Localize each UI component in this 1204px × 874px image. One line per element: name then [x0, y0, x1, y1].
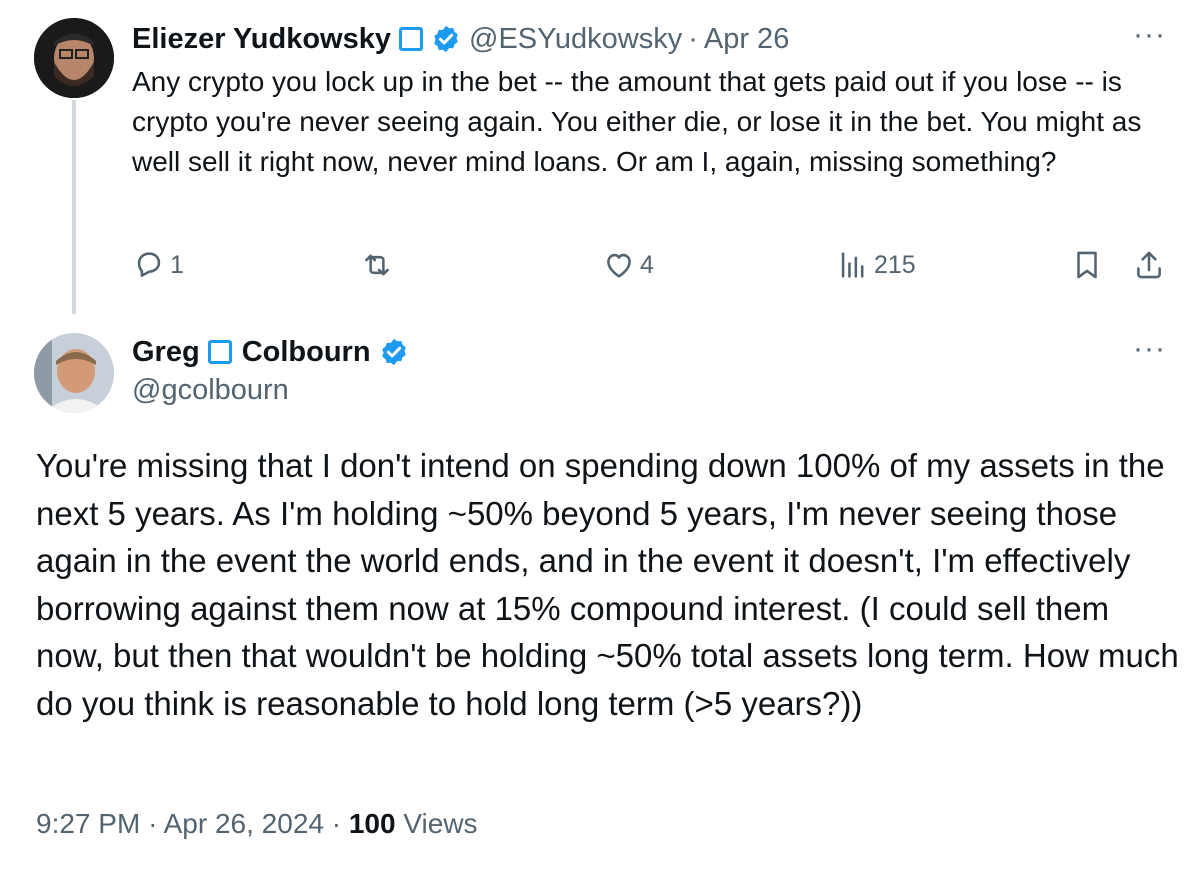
share-button[interactable] — [1132, 248, 1166, 282]
tweet-metadata: 9:27 PM · Apr 26, 2024 · 100 Views — [36, 808, 478, 840]
separator-dot: · — [148, 808, 158, 839]
tweet-text: Any crypto you lock up in the bet -- the… — [132, 66, 1142, 177]
views-icon — [841, 252, 864, 278]
tweet-time[interactable]: 9:27 PM — [36, 808, 140, 839]
reply-button[interactable]: 1 — [132, 248, 184, 282]
more-icon[interactable]: ··· — [1133, 18, 1166, 52]
separator-dot: · — [331, 808, 342, 839]
bookmark-icon — [1077, 251, 1097, 279]
verified-badge-icon[interactable] — [379, 337, 409, 367]
reply-icon — [137, 252, 161, 277]
tweet-date[interactable]: Apr 26 — [704, 23, 789, 56]
like-icon — [607, 253, 631, 278]
bookmark-button[interactable] — [1070, 248, 1104, 282]
share-icon — [1137, 251, 1161, 279]
tweet-date[interactable]: Apr 26, 2024 — [164, 808, 324, 839]
separator-dot: · — [688, 22, 698, 55]
like-count: 4 — [640, 250, 654, 279]
views-label: Views — [403, 808, 478, 839]
thread-connector-line — [72, 100, 76, 314]
tweet2-header: Greg Colbourn — [132, 332, 417, 372]
square-emoji-icon — [399, 27, 423, 51]
more-icon[interactable]: ··· — [1133, 332, 1166, 366]
retweet-icon — [365, 254, 389, 276]
author-handle[interactable]: @ESYudkowsky — [469, 23, 682, 56]
views-count: 100 — [348, 808, 396, 839]
author-handle[interactable]: @gcolbourn — [132, 374, 289, 407]
avatar[interactable] — [34, 333, 114, 413]
author-name-last[interactable]: Colbourn — [242, 336, 371, 369]
square-emoji-icon — [207, 340, 232, 364]
action-bar: 1 4 215 — [132, 248, 1172, 288]
verified-badge-icon[interactable] — [431, 24, 461, 54]
retweet-button[interactable] — [360, 248, 394, 282]
views-count: 215 — [874, 250, 916, 279]
author-name-first[interactable]: Greg — [132, 336, 200, 369]
tweet-text: You're missing that I don't intend on sp… — [36, 447, 1179, 722]
tweet1-header: Eliezer Yudkowsky @ESYudkowsky · Apr 26 — [132, 20, 789, 58]
views-button[interactable]: 215 — [836, 248, 916, 282]
author-name[interactable]: Eliezer Yudkowsky — [132, 23, 391, 56]
avatar[interactable] — [34, 18, 114, 98]
like-button[interactable]: 4 — [602, 248, 654, 282]
reply-count: 1 — [170, 250, 184, 279]
